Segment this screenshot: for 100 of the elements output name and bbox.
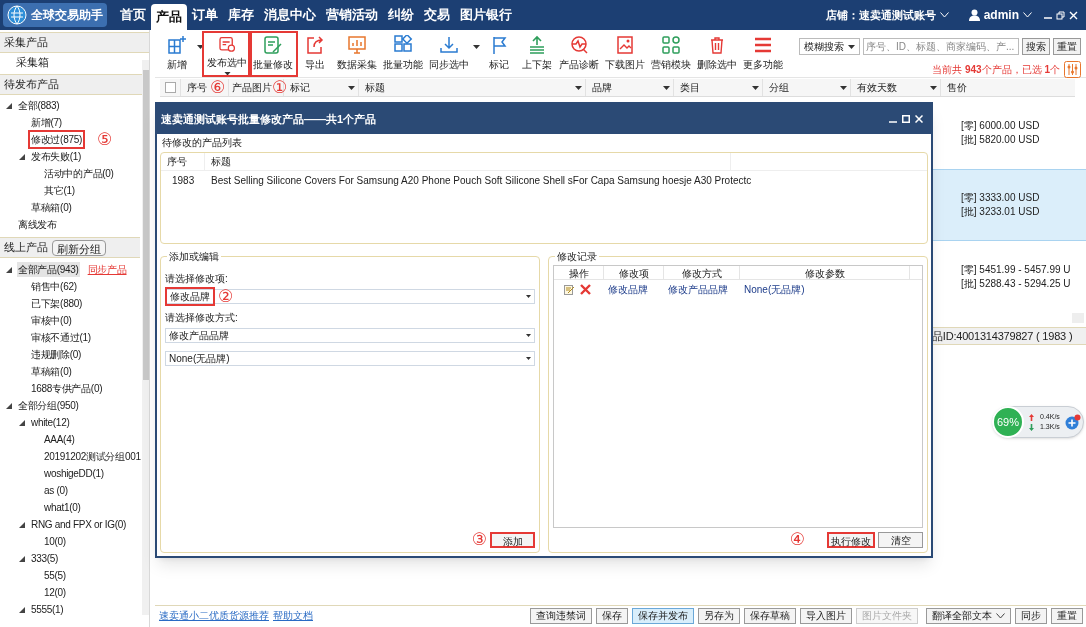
footer-button[interactable]: 重置 [1051,607,1083,624]
tree-item[interactable]: 12(0) [43,585,67,600]
run-button[interactable]: 执行修改 [827,532,875,548]
nav-tab[interactable]: 首页 [115,2,151,28]
sidebar-item[interactable]: 采集箱 [16,54,49,71]
add-button[interactable]: 添加 [490,532,535,548]
memory-gauge: 69% [992,406,1024,438]
tree-item[interactable]: RNG and FPX or IG(0) [30,517,128,532]
tree-item[interactable]: 其它(1) [43,183,76,198]
help-link[interactable]: 帮助文档 [273,608,313,623]
footer-button[interactable]: 另存为 [698,607,740,624]
column-header[interactable]: 标题 [365,80,385,95]
tree-item[interactable]: 新增(7) [30,115,63,130]
column-header[interactable]: 标记 [290,80,310,95]
toolbar-button[interactable]: 同步选中 [426,33,472,75]
edit-icon[interactable] [564,284,575,295]
search-field[interactable]: 序号、ID、标题、商家编码、产... [863,38,1019,55]
nav-tab[interactable]: 订单 [187,2,223,28]
scrollbar[interactable] [142,60,149,615]
search-button[interactable]: 搜索 [1022,38,1050,55]
nav-tab[interactable]: 交易 [419,2,455,28]
tree-item[interactable]: 全部分组(950) [17,398,80,413]
column-header[interactable]: 售价 [947,80,967,95]
modules-icon [661,35,681,55]
tree-item[interactable]: 审核中(0) [30,313,73,328]
column-header[interactable]: 分组 [769,80,789,95]
item-dropdown[interactable]: 修改品牌 ② [165,289,535,304]
nav-tab[interactable]: 营销活动 [321,2,383,28]
tree-item[interactable]: 审核不通过(1) [30,330,92,345]
nav-tab[interactable]: 消息中心 [259,2,321,28]
tree-item[interactable]: what1(0) [43,500,82,515]
user-name[interactable]: admin [983,6,1019,24]
nav-tab[interactable]: 图片银行 [455,2,517,28]
tree-item[interactable]: 草稿箱(0) [30,364,73,379]
toolbar-button[interactable]: 营销模块 [648,33,694,75]
column-header[interactable]: 有效天数 [857,80,897,95]
tree-item[interactable]: white(12) [30,415,71,430]
toolbar-button[interactable]: 产品诊断 [556,33,602,75]
footer-button[interactable]: 保存并发布 [632,607,694,624]
toolbar-button[interactable]: 下载图片 [602,33,648,75]
footer-button[interactable]: 保存 [596,607,628,624]
tree-item[interactable]: 333(5) [30,551,60,566]
restore-icon [1056,10,1065,20]
download-arrow-icon [1029,423,1034,431]
toolbar-button[interactable]: 批量修改 [250,33,296,75]
delete-icon[interactable] [580,284,591,295]
help-link[interactable]: 速卖通小二优质货源推荐 [159,608,269,623]
refresh-button[interactable]: 刷新分组 [52,239,106,256]
column-header[interactable]: 类目 [680,80,700,95]
toolbar-button[interactable]: 更多功能 [740,33,786,75]
toolbar-button[interactable]: 删除选中 [694,33,740,75]
toolbar-button[interactable]: 导出 [296,33,334,75]
tree-item[interactable]: 销售中(62) [30,279,78,294]
tree-item[interactable]: 修改过(875) [30,132,83,147]
tree-item[interactable]: 1688专供产品(0) [30,381,104,396]
tree-item[interactable]: 违规删除(0) [30,347,83,362]
search-mode-dropdown[interactable]: 模糊搜索 [799,38,860,55]
tree-item[interactable]: 发布失败(1) [30,149,83,164]
toolbar-button[interactable]: 上下架 [518,33,556,75]
tree-item[interactable]: 20191202测试分组001 [43,449,142,464]
footer-button[interactable]: 导入图片 [800,607,852,624]
toolbar-button[interactable]: 新增 [158,33,196,75]
footer-button[interactable]: 查询违禁词 [530,607,592,624]
table-cell-text: 修改品牌 [607,283,649,297]
brand-dropdown[interactable]: None(无品牌) [165,351,535,366]
toolbar-button[interactable]: 标记 [480,33,518,75]
nav-tab[interactable]: 产品 [151,4,187,30]
tree-item[interactable]: AAA(4) [43,432,76,447]
reset-button[interactable]: 重置 [1053,38,1081,55]
footer-button[interactable]: 翻译全部文本 [926,607,1011,624]
selection-summary: 当前共 943个产品，已选 1个 [932,63,1060,77]
tree-item[interactable]: 全部产品(943) [17,262,80,277]
tree-item[interactable]: 5555(1) [30,602,65,617]
image-frame-icon [615,35,635,55]
tree-item[interactable]: 10(0) [43,534,67,549]
toolbar-button[interactable]: 数据采集 [334,33,380,75]
toolbar-button[interactable]: 批量功能 [380,33,426,75]
footer-button[interactable]: 同步 [1015,607,1047,624]
tree-item[interactable]: 活动中的产品(0) [43,166,115,181]
toolbar-button[interactable]: 发布选中 [204,33,250,75]
nav-tab[interactable]: 库存 [223,2,259,28]
column-header[interactable]: 产品图片 [232,80,272,95]
select-all-checkbox[interactable] [164,82,176,93]
column-header[interactable]: 序号 [187,80,207,95]
sync-link[interactable]: 同步产品 [87,262,127,277]
tree-item[interactable]: 全部(883) [17,98,61,113]
dialog-title: 速卖通测试账号批量修改产品——共1个产品 [161,111,377,127]
shop-name: 店铺：速卖通测试账号 [825,7,936,23]
tree-item[interactable]: 55(5) [43,568,67,583]
tree-item[interactable]: 已下架(880) [30,296,83,311]
tree-item[interactable]: 草稿箱(0) [30,200,73,215]
footer-button[interactable]: 保存草稿 [744,607,796,624]
column-header[interactable]: 品牌 [592,80,612,95]
tree-item[interactable]: 离线发布 [17,217,58,232]
mode-dropdown[interactable]: 修改产品品牌 [165,328,535,343]
tree-item[interactable]: as (0) [43,483,69,498]
pulse-circle-icon [569,35,589,55]
clear-button[interactable]: 清空 [878,532,923,548]
nav-tab[interactable]: 纠纷 [383,2,419,28]
tree-item[interactable]: woshigeDD(1) [43,466,105,481]
